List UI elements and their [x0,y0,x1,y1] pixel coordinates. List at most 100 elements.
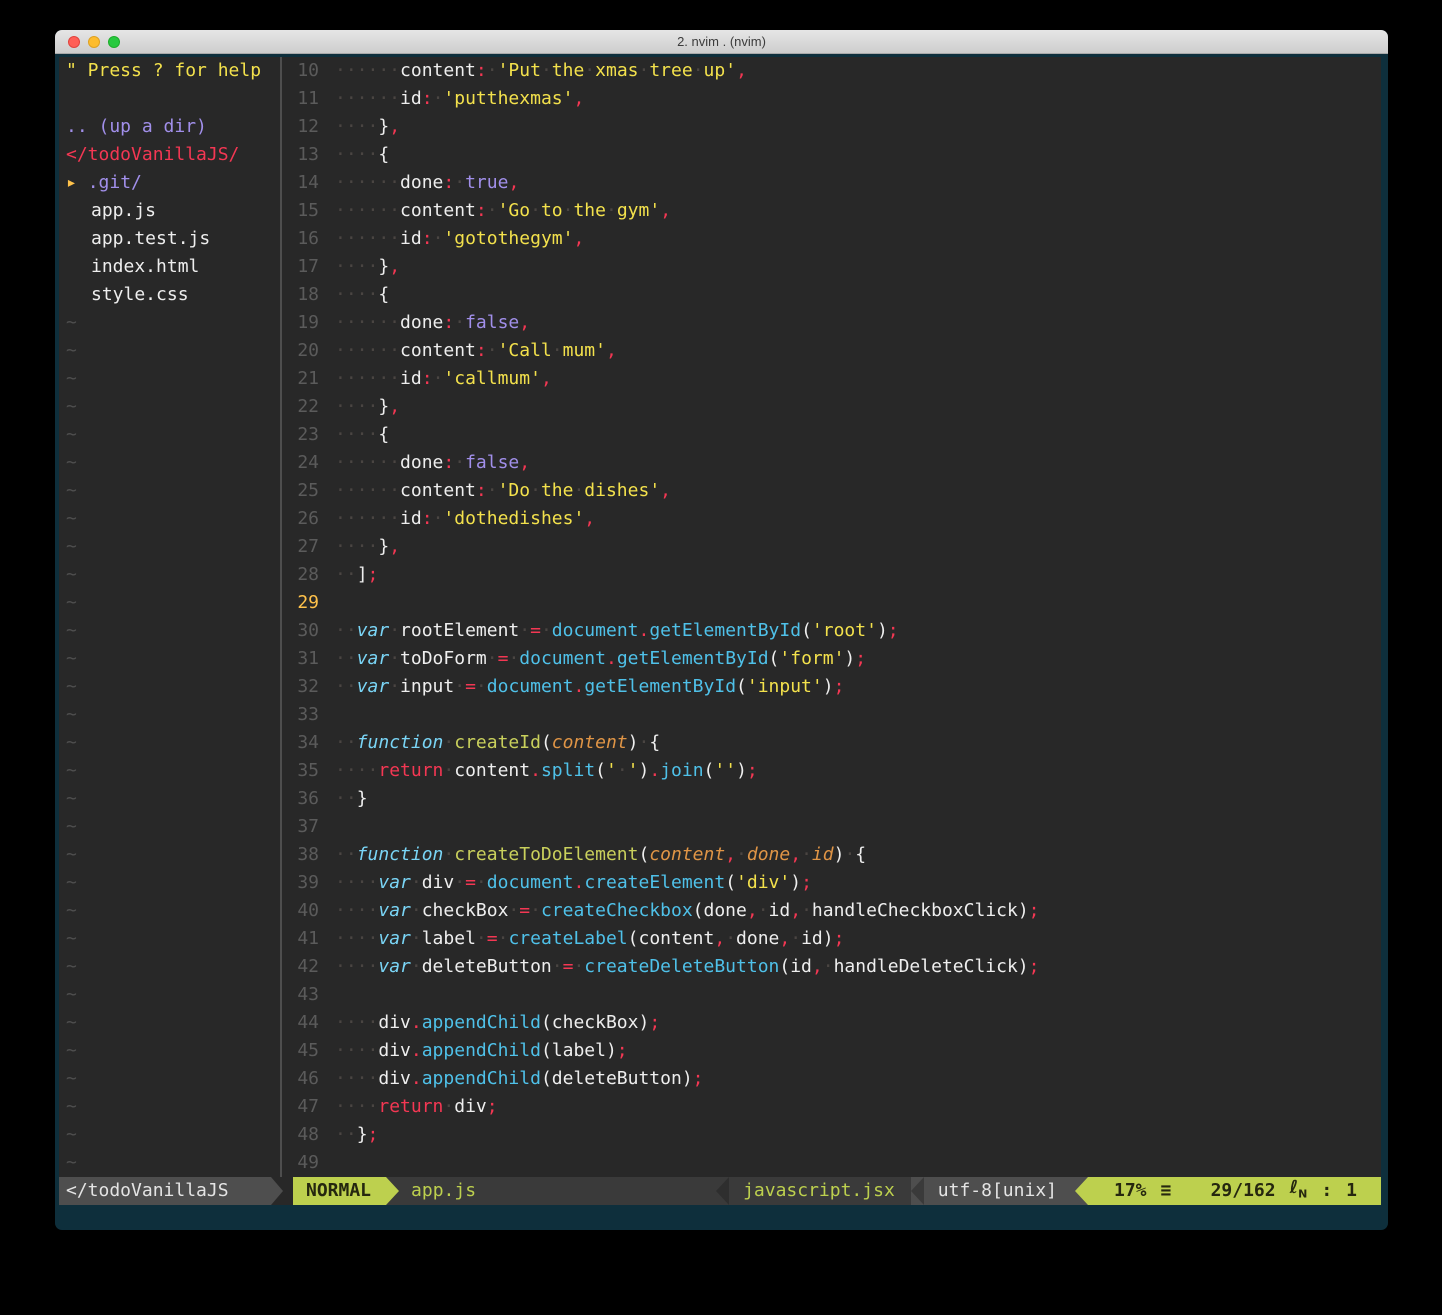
code-line[interactable]: 40····var·checkBox·=·createCheckbox(done… [285,897,1381,925]
code-buffer[interactable]: 10······content:·'Put·the·xmas·tree·up',… [285,57,1381,1177]
line-number: 23 [285,421,319,449]
code-line-text: ··function·createId(content)·{ [335,732,660,753]
line-number: 33 [285,701,319,729]
empty-line-tilde: ~ [63,421,278,449]
line-number: 35 [285,757,319,785]
code-line[interactable]: 11······id:·'putthexmas', [285,85,1381,113]
empty-line-tilde: ~ [63,365,278,393]
tree-item[interactable]: app.js [63,197,278,225]
window-titlebar[interactable]: 2. nvim . (nvim) [55,30,1388,54]
line-number: 15 [285,197,319,225]
code-line[interactable]: 19······done:·false, [285,309,1381,337]
statusline: </todoVanillaJS NORMAL app.js javascript… [59,1177,1381,1205]
code-line[interactable]: 42····var·deleteButton·=·createDeleteBut… [285,953,1381,981]
empty-line-tilde: ~ [63,1149,278,1177]
tree-item[interactable]: index.html [63,253,278,281]
traffic-lights [68,36,120,48]
terminal-content: " Press ? for help.. (up a dir)</todoVan… [55,54,1388,1230]
code-line-text: ··} [335,788,368,809]
code-line[interactable]: 30··var·rootElement·=·document.getElemen… [285,617,1381,645]
code-line[interactable]: 29 [285,589,1381,617]
code-line[interactable]: 21······id:·'callmum', [285,365,1381,393]
tree-item[interactable]: ▸ .git/ [63,169,278,197]
code-line[interactable]: 18····{ [285,281,1381,309]
tree-item[interactable]: app.test.js [63,225,278,253]
empty-line-tilde: ~ [63,757,278,785]
close-button[interactable] [68,36,80,48]
empty-line-tilde: ~ [63,561,278,589]
code-line[interactable]: 47····return·div; [285,1093,1381,1121]
code-line[interactable]: 20······content:·'Call·mum', [285,337,1381,365]
tree-expand-arrow-icon[interactable]: ▸ [66,172,88,193]
code-line-text: ····}, [335,396,400,417]
code-line[interactable]: 39 ····var·div·=·document.createElement('… [285,869,1381,897]
code-line-text: ····{ [335,424,389,445]
tree-item[interactable]: </todoVanillaJS/ [63,141,278,169]
empty-line-tilde: ~ [63,673,278,701]
code-line[interactable]: 31··var·toDoForm·=·document.getElementBy… [285,645,1381,673]
code-line-text: ····var·div·=·document.createElement('di… [335,872,812,893]
nerdtree-panel[interactable]: " Press ? for help .. (up a dir)</todoVan… [59,57,278,1177]
code-line[interactable]: 10······content:·'Put·the·xmas·tree·up', [285,57,1381,85]
empty-line-tilde: ~ [63,1009,278,1037]
empty-line-tilde: ~ [63,729,278,757]
code-line[interactable]: 28··]; [285,561,1381,589]
code-line-text: ····div.appendChild(deleteButton); [335,1068,704,1089]
tree-item[interactable]: .. (up a dir) [63,113,278,141]
minimize-button[interactable] [88,36,100,48]
code-line[interactable]: 25······content:·'Do·the·dishes', [285,477,1381,505]
code-line[interactable]: 12····}, [285,113,1381,141]
line-number: 39 [285,869,319,897]
tree-item[interactable]: " Press ? for help [63,57,278,85]
code-line[interactable]: 45 ····div.appendChild(label); [285,1037,1381,1065]
tree-item[interactable]: style.css [63,281,278,309]
code-line[interactable]: 48··}; [285,1121,1381,1149]
empty-line-tilde: ~ [63,533,278,561]
line-number: 16 [285,225,319,253]
line-number: 48 [285,1121,319,1149]
code-line[interactable]: 35····return·content.split('·').join('')… [285,757,1381,785]
line-number: 13 [285,141,319,169]
code-line[interactable]: 34··function·createId(content)·{ [285,729,1381,757]
code-line[interactable]: 37 [285,813,1381,841]
code-line[interactable]: 26······id:·'dothedishes', [285,505,1381,533]
code-line[interactable]: 38··function·createToDoElement(content,·… [285,841,1381,869]
code-line-text: ······done:·false, [335,312,530,333]
zoom-button[interactable] [108,36,120,48]
code-line-text: ····div.appendChild(label); [335,1040,628,1061]
code-line[interactable]: 32··var·input·=·document.getElementById(… [285,673,1381,701]
window-title: 2. nvim . (nvim) [677,34,766,49]
position-colon: : [1321,1177,1332,1205]
code-line[interactable]: 23 ····{ [285,421,1381,449]
window-split-separator[interactable] [278,57,285,1177]
code-line[interactable]: 36··} [285,785,1381,813]
code-line[interactable]: 24 ······done:·false, [285,449,1381,477]
line-number: 21 [285,365,319,393]
code-line[interactable]: 14······done:·true, [285,169,1381,197]
line-number: 17 [285,253,319,281]
code-line[interactable]: 27····}, [285,533,1381,561]
mode-indicator: NORMAL [293,1177,386,1205]
code-line-text: ····{ [335,284,389,305]
terminal-window: 2. nvim . (nvim) " Press ? for help .. (u… [55,30,1388,1230]
statusline-gap [283,1177,293,1205]
code-line-text: ······done:·false, [335,452,530,473]
code-line[interactable]: 46····div.appendChild(deleteButton); [285,1065,1381,1093]
line-number: 37 [285,813,319,841]
line-number: 24 [285,449,319,477]
code-line[interactable]: 16······id:·'gotothegym', [285,225,1381,253]
empty-line-tilde: ~ [63,1093,278,1121]
line-number: 27 [285,533,319,561]
code-line[interactable]: 33 [285,701,1381,729]
code-line[interactable]: 17····}, [285,253,1381,281]
powerline-arrow-icon [386,1177,399,1205]
code-line[interactable]: 44····div.appendChild(checkBox); [285,1009,1381,1037]
code-line[interactable]: 15······content:·'Go·to·the·gym', [285,197,1381,225]
code-line-text: ··var·rootElement·=·document.getElementB… [335,620,899,641]
empty-line-tilde: ~ [63,645,278,673]
code-line[interactable]: 41····var·label·=·createLabel(content,·d… [285,925,1381,953]
code-line[interactable]: 43 [285,981,1381,1009]
code-line[interactable]: 13····{ [285,141,1381,169]
line-number: 45 [285,1037,319,1065]
code-line[interactable]: 22····}, [285,393,1381,421]
